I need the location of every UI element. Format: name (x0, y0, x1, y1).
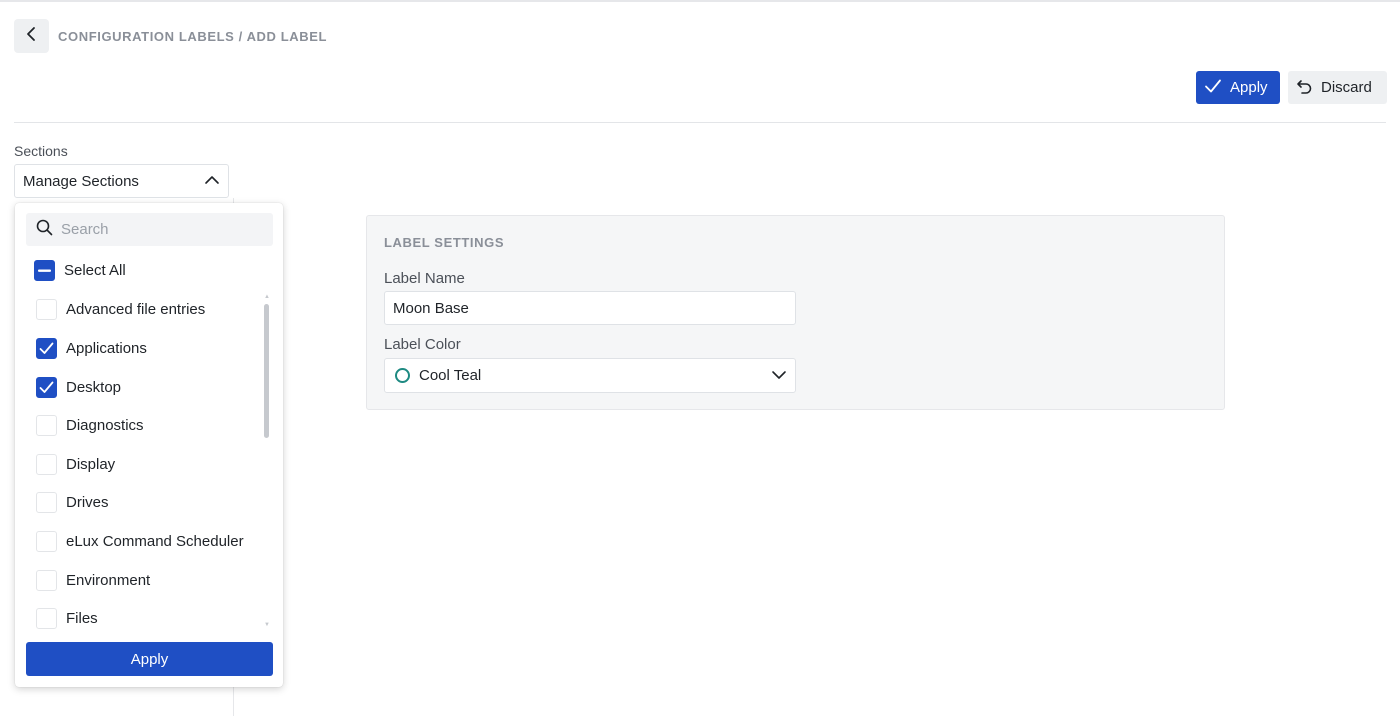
list-item-label: Diagnostics (66, 417, 144, 434)
chevron-up-icon (204, 173, 220, 190)
back-button[interactable] (14, 19, 49, 53)
manage-sections-value: Manage Sections (23, 172, 139, 190)
search-icon (36, 219, 53, 241)
label-name-label: Label Name (384, 270, 465, 287)
manage-sections-select[interactable]: Manage Sections (14, 164, 229, 198)
select-all-label: Select All (64, 262, 126, 279)
scrollbar-thumb[interactable] (264, 304, 269, 438)
list-item[interactable]: Drives (36, 492, 109, 513)
label-color-value: Cool Teal (419, 367, 482, 384)
checkbox (36, 454, 57, 475)
sections-list: Advanced file entries Applications Deskt… (15, 291, 265, 631)
checkbox (36, 492, 57, 513)
chevron-down-icon (771, 368, 787, 386)
apply-button[interactable]: Apply (1196, 71, 1280, 104)
checkbox (36, 415, 57, 436)
list-item-label: Environment (66, 572, 151, 589)
list-item-label: Display (66, 456, 116, 473)
apply-button-label: Apply (1230, 79, 1268, 96)
scroll-down-arrow-icon[interactable]: ▼ (264, 622, 270, 628)
chevron-left-icon (25, 26, 39, 47)
dropdown-apply-button[interactable]: Apply (26, 642, 273, 676)
list-item[interactable]: Display (36, 454, 115, 475)
panel-title: LABEL SETTINGS (384, 235, 505, 250)
top-border (0, 0, 1400, 2)
label-settings-panel: LABEL SETTINGS Label Name Label Color Co… (366, 215, 1225, 410)
list-item[interactable]: eLux Command Scheduler (36, 531, 244, 552)
color-swatch-icon (395, 368, 410, 383)
sections-label: Sections (14, 143, 68, 159)
undo-icon (1296, 78, 1313, 98)
scroll-up-arrow-icon[interactable]: ▲ (264, 294, 270, 300)
list-item[interactable]: Diagnostics (36, 415, 144, 436)
list-item[interactable]: Desktop (36, 377, 121, 398)
checkbox (36, 570, 57, 591)
list-item[interactable]: Advanced file entries (36, 299, 205, 320)
checkbox (36, 299, 57, 320)
list-item[interactable]: Applications (36, 338, 147, 359)
check-icon (1204, 78, 1222, 98)
list-item-label: Drives (66, 494, 109, 511)
sections-dropdown: Select All Advanced file entries Applica… (15, 203, 283, 687)
label-color-select[interactable]: Cool Teal (384, 358, 796, 393)
checkbox (36, 608, 57, 629)
discard-button-label: Discard (1321, 79, 1372, 96)
indeterminate-checkbox-icon (34, 260, 55, 281)
list-item-label: Advanced file entries (66, 301, 206, 318)
search-box (26, 213, 273, 246)
list-item[interactable]: Files (36, 608, 98, 629)
list-item-label: Files (66, 610, 98, 627)
header-divider (14, 122, 1386, 123)
discard-button[interactable]: Discard (1288, 71, 1387, 104)
checkbox (36, 531, 57, 552)
search-input[interactable] (61, 221, 261, 238)
breadcrumb: CONFIGURATION LABELS / ADD LABEL (58, 29, 328, 44)
list-item-label: Desktop (66, 379, 122, 396)
list-item-label: Applications (66, 340, 147, 357)
label-name-input[interactable] (384, 291, 796, 325)
label-color-label: Label Color (384, 336, 461, 353)
list-item-label: eLux Command Scheduler (66, 533, 244, 550)
checkbox-checked (36, 377, 57, 398)
list-item[interactable]: Environment (36, 570, 150, 591)
checkbox-checked (36, 338, 57, 359)
select-all-checkbox[interactable]: Select All (34, 260, 126, 281)
